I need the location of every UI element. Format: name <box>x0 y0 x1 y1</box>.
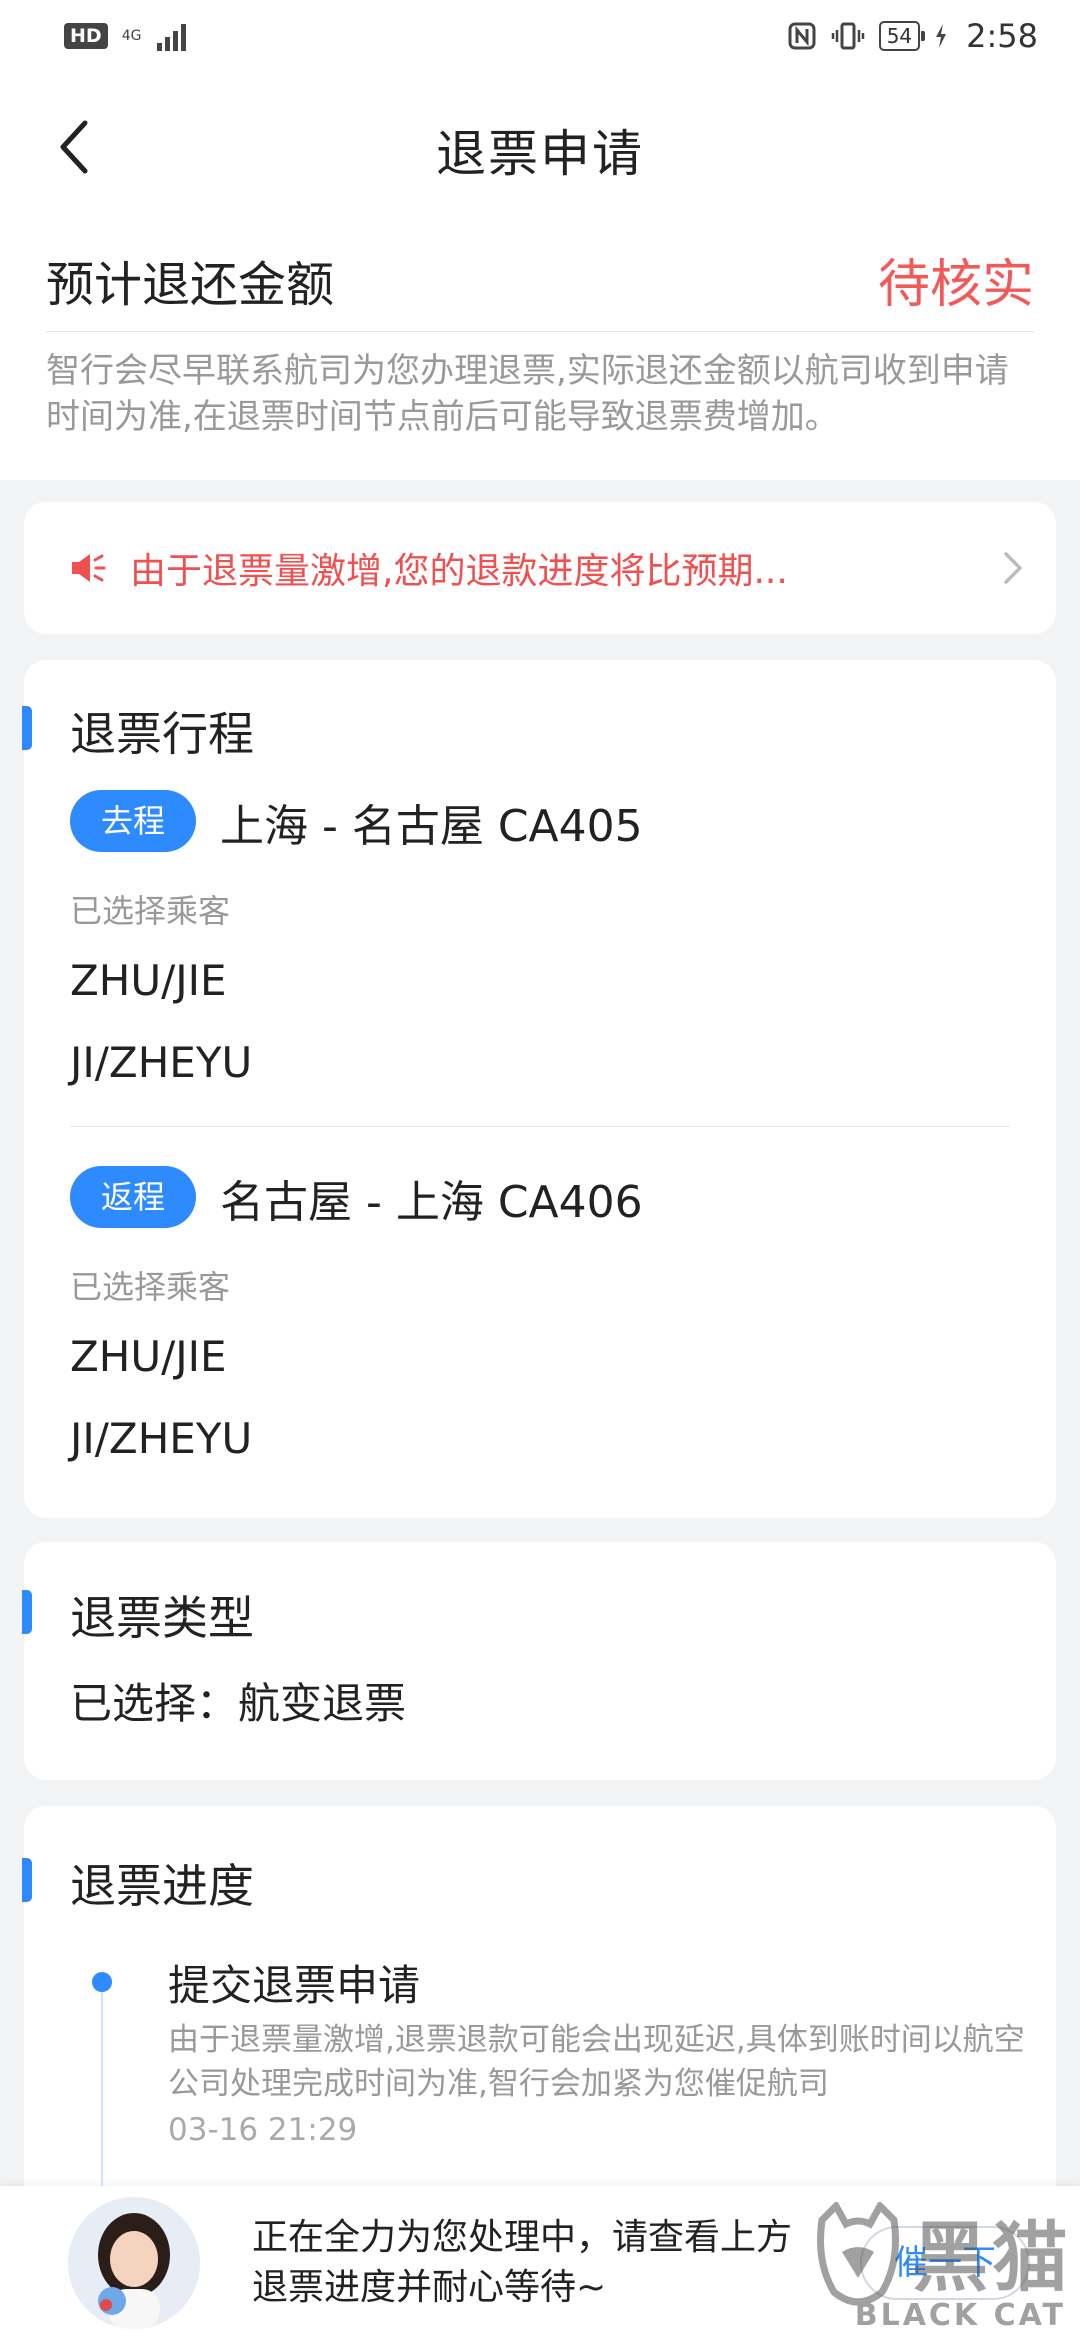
progress-step-time: 03-16 21:29 <box>168 2112 358 2148</box>
assistant-avatar-image <box>68 2197 200 2329</box>
outbound-passenger: ZHU/JIE <box>70 956 227 1005</box>
status-bar-left: HD 4G <box>64 21 187 51</box>
bottom-assistant-bar: 正在全力为您处理中，请查看上方退票进度并耐心等待~ 催一下 <box>0 2186 1080 2340</box>
delay-notice-text: 由于退票量激增,您的退款进度将比预期... <box>130 551 788 592</box>
back-button[interactable] <box>40 112 110 182</box>
progress-step-description: 由于退票量激增,退票退款可能会出现延迟,具体到账时间以航空公司处理完成时间为准,… <box>168 2022 1025 2102</box>
return-passenger: JI/ZHEYU <box>70 1414 253 1463</box>
section-marker <box>22 706 32 750</box>
urge-button[interactable]: 催一下 <box>860 2226 1030 2300</box>
network-type: 4G <box>121 28 142 44</box>
section-marker <box>22 1858 32 1902</box>
vibrate-icon <box>831 22 864 50</box>
nfc-icon <box>788 22 816 50</box>
refund-amount-section: 预计退还金额 待核实 智行会尽早联系航司为您办理退票,实际退还金额以航司收到申请… <box>0 228 1080 480</box>
refund-type-value: 已选择：航变退票 <box>70 1679 407 1728</box>
charging-icon <box>936 24 947 48</box>
refund-amount-row: 预计退还金额 待核实 <box>46 228 1034 332</box>
return-passenger: ZHU/JIE <box>70 1332 227 1381</box>
itinerary-title: 退票行程 <box>70 707 254 761</box>
progress-step-title: 提交退票申请 <box>168 1961 421 2010</box>
outbound-passengers-label: 已选择乘客 <box>70 892 231 930</box>
refund-progress-title: 退票进度 <box>70 1859 254 1913</box>
delay-notice-banner[interactable]: 由于退票量激增,您的退款进度将比预期... <box>24 502 1056 634</box>
section-marker <box>22 1590 32 1634</box>
battery-indicator: 54 <box>878 21 926 51</box>
refund-type-card: 退票类型 已选择：航变退票 <box>22 1542 1056 1780</box>
refund-progress-card: 退票进度 提交退票申请 由于退票量激增,退票退款可能会出现延迟,具体到账时间以航… <box>22 1806 1056 2226</box>
signal-icon <box>157 21 187 51</box>
progress-timeline <box>101 1992 103 2192</box>
refund-application-screen: HD 4G 54 2:58 退票申请 预计退还金额 待核实 智行会尽早联系航司为… <box>0 0 1080 2340</box>
return-route: 名古屋 - 上海 CA406 <box>220 1177 643 1228</box>
refund-type-title: 退票类型 <box>70 1591 254 1645</box>
status-bar: HD 4G 54 2:58 <box>0 0 1080 72</box>
outbound-route: 上海 - 名古屋 CA405 <box>220 801 643 852</box>
chevron-left-icon <box>60 120 88 174</box>
clock: 2:58 <box>966 17 1038 55</box>
assistant-message: 正在全力为您处理中，请查看上方退票进度并耐心等待~ <box>252 2217 793 2308</box>
refund-amount-note: 智行会尽早联系航司为您办理退票,实际退还金额以航司收到申请时间为准,在退票时间节… <box>46 351 1009 437</box>
hd-badge: HD <box>64 23 108 49</box>
outbound-tag: 去程 <box>70 790 196 852</box>
progress-step-dot <box>92 1972 112 1992</box>
trip-divider <box>70 1126 1010 1127</box>
assistant-avatar <box>68 2197 200 2329</box>
chevron-right-icon <box>1004 552 1022 584</box>
status-bar-right: 54 2:58 <box>787 17 1038 55</box>
refund-amount-status: 待核实 <box>877 255 1034 315</box>
return-tag: 返程 <box>70 1166 196 1228</box>
return-passengers-label: 已选择乘客 <box>70 1268 231 1306</box>
refund-amount-label: 预计退还金额 <box>46 256 335 313</box>
speaker-icon <box>72 554 106 582</box>
refund-itinerary-card: 退票行程 去程 上海 - 名古屋 CA405 已选择乘客 ZHU/JIE JI/… <box>22 660 1056 1518</box>
header: 退票申请 <box>0 72 1080 228</box>
page-title: 退票申请 <box>436 125 644 183</box>
outbound-passenger: JI/ZHEYU <box>70 1038 253 1087</box>
